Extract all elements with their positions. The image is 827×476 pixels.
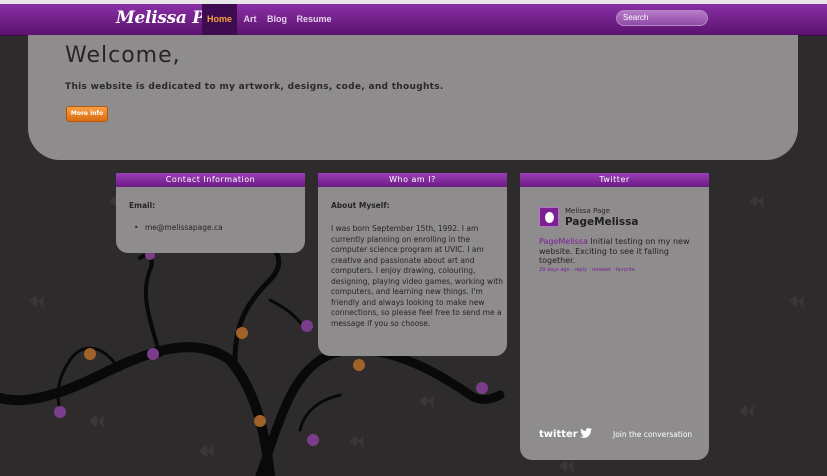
search-input[interactable]: Search [616,10,708,26]
about-panel: Who am I? About Myself: I was born Septe… [318,173,507,356]
nav-home[interactable]: Home [202,4,237,35]
nav-resume[interactable]: Resume [295,4,333,35]
contact-panel-header: Contact Information [116,173,305,187]
hero-title: Welcome, [65,43,181,68]
twitter-display-name: Melissa Page [565,207,610,215]
egg-icon [545,212,554,223]
hero-section: Welcome, This website is dedicated to my… [28,35,798,160]
nav-bar: Melissa Page Home Art Blog Resume Search [0,4,827,36]
tweet: PageMelissa Initial testing on my new we… [539,237,694,266]
tweet-meta[interactable]: 29 days ago · reply · retweet · favorite [539,267,635,273]
twitter-handle[interactable]: PageMelissa [565,216,639,228]
more-info-button[interactable]: More info [66,106,108,122]
about-text: I was born September 15th, 1992. I am cu… [331,224,503,328]
hero-subtitle: This website is dedicated to my artwork,… [65,82,444,92]
email-label: Email: [129,201,156,210]
join-conversation-link[interactable]: Join the conversation [613,430,692,439]
email-link[interactable]: me@melissapage.ca [134,223,223,234]
contact-panel: Contact Information Email: me@melissapag… [116,173,305,253]
about-panel-header: Who am I? [318,173,507,187]
twitter-avatar[interactable] [539,207,559,227]
tweet-user-link[interactable]: PageMelissa [539,237,588,246]
twitter-bird-icon [580,428,592,438]
nav-art[interactable]: Art [240,4,260,35]
twitter-panel: Twitter Melissa Page PageMelissa PageMel… [520,173,709,460]
twitter-wordmark[interactable]: twitter [539,429,578,440]
nav-blog[interactable]: Blog [265,4,289,35]
twitter-panel-header: Twitter [520,173,709,187]
about-title: About Myself: [331,201,390,210]
contact-list: me@melissapage.ca [134,223,223,234]
